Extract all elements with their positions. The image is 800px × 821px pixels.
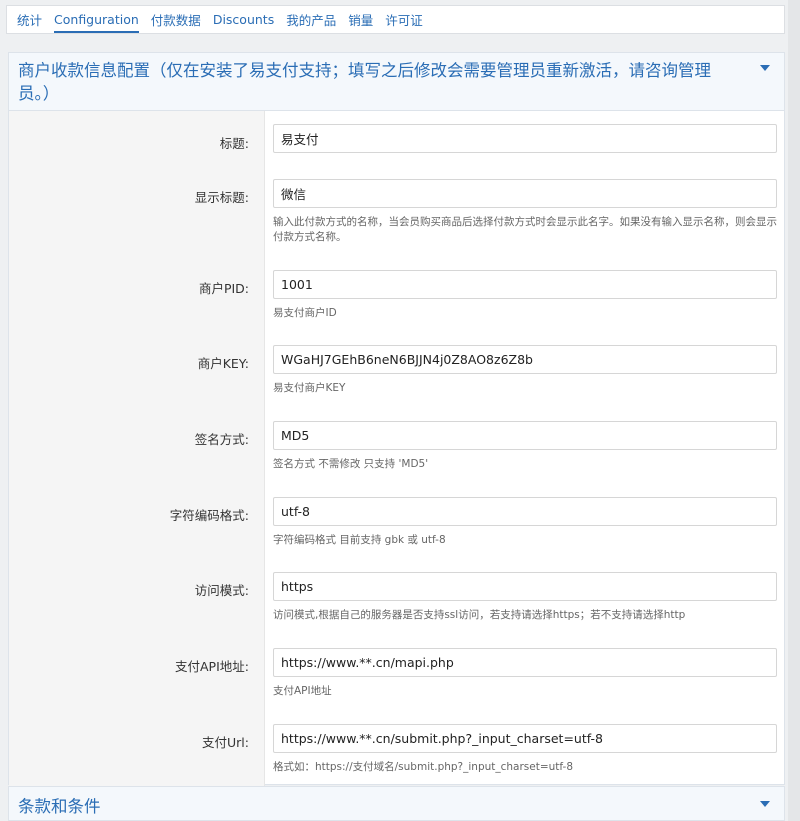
charset-help: 字符编码格式 目前支持 gbk 或 utf-8 [273,534,446,546]
tab-configuration[interactable]: Configuration [54,6,139,33]
panel-title: 商户收款信息配置（仅在安装了易支付支持；填写之后修改会需要管理员重新激活，请咨询… [18,61,711,103]
merchant-config-panel: 商户收款信息配置（仅在安装了易支付支持；填写之后修改会需要管理员重新激活，请咨询… [8,52,785,786]
field-label-access-mode: 访问模式: [194,583,249,598]
tab-payment-data[interactable]: 付款数据 [151,6,201,33]
merchant-pid-input[interactable] [273,270,777,299]
label-column [9,111,265,786]
tab-licenses[interactable]: 许可证 [385,6,423,33]
tab-discounts[interactable]: Discounts [213,6,274,33]
collapse-caret-icon[interactable] [760,801,770,807]
title-input[interactable] [273,124,777,153]
field-label-title: 标题: [219,136,249,151]
merchant-key-help: 易支付商户KEY [273,382,346,394]
field-label-merchant-pid: 商户PID: [198,281,249,296]
tab-bar: 统计 Configuration 付款数据 Discounts 我的产品 销量 … [6,5,785,34]
api-url-help: 支付API地址 [273,685,332,697]
field-label-charset: 字符编码格式: [169,508,249,523]
display-title-help: 输入此付款方式的名称，当会员购买商品后选择付款方式时会显示此名字。如果没有输入显… [273,216,777,243]
tab-stats[interactable]: 统计 [17,6,42,33]
field-label-sign-type: 签名方式: [194,432,249,447]
display-title-input[interactable] [273,179,777,208]
panel-header[interactable]: 商户收款信息配置（仅在安装了易支付支持；填写之后修改会需要管理员重新激活，请咨询… [9,53,784,111]
field-label-pay-url: 支付Url: [202,735,249,750]
merchant-pid-help: 易支付商户ID [273,307,337,319]
tab-sales[interactable]: 销量 [348,6,373,33]
page-edge [788,0,800,821]
sign-type-help: 签名方式 不需修改 只支持 'MD5' [273,458,429,470]
merchant-key-input[interactable] [273,345,777,374]
terms-panel-title: 条款和条件 [18,797,101,816]
terms-panel-header[interactable]: 条款和条件 [8,786,785,821]
field-label-merchant-key: 商户KEY: [197,356,249,371]
access-mode-help: 访问模式,根据自己的服务器是否支持ssl访问，若支持请选择https；若不支持请… [273,609,686,621]
access-mode-input[interactable] [273,572,777,601]
pay-url-input[interactable] [273,724,777,753]
field-label-api-url: 支付API地址: [175,659,249,674]
field-label-display-title: 显示标题: [194,190,249,205]
collapse-caret-icon[interactable] [760,65,770,71]
pay-url-help: 格式如：https://支付域名/submit.php?_input_chars… [273,761,574,773]
api-url-input[interactable] [273,648,777,677]
sign-type-input[interactable] [273,421,777,450]
charset-input[interactable] [273,497,777,526]
tab-my-products[interactable]: 我的产品 [286,6,336,33]
